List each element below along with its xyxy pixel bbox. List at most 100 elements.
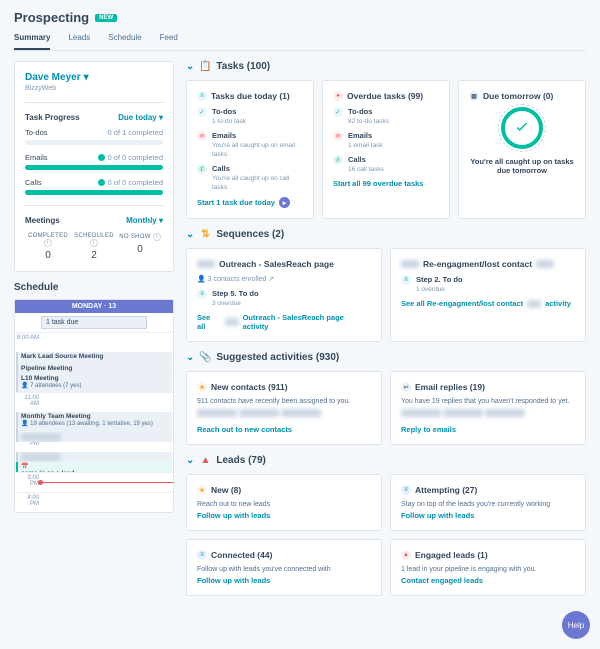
tab-schedule[interactable]: Schedule [108,29,141,50]
todo-icon: ✓ [333,107,343,117]
activity-tile: ▲Engaged leads (1) 1 lead in your pipeli… [390,539,586,596]
fire-icon: ▲ [200,456,210,466]
tile-icon: ≡ [401,485,411,495]
due-tomorrow-tile: ▦Due tomorrow (0) You're all caught up o… [458,80,586,219]
warning-icon: ● [333,91,343,101]
meetings-title: Meetings [25,216,60,225]
call-icon: ✆ [333,155,343,165]
tile-icon: ▲ [401,550,411,560]
tile-link[interactable]: Follow up with leads [401,511,474,520]
meeting-stat: NO SHOW i0 [117,233,163,261]
sequences-icon: ⇅ [200,230,210,240]
meeting-stat: SCHEDULED i2 [71,233,117,261]
see-all-link[interactable]: See all Outreach - SalesReach page activ… [197,313,371,331]
calendar: MONDAY · 13 1 task due 8:00 AM9:00 AM10:… [14,299,174,513]
hour-label: 11:00 AM [15,393,41,412]
suggested-title: Suggested activities (930) [216,352,339,363]
chevron-down-icon[interactable]: ⌄ [186,229,194,240]
user-name: Dave Meyer [25,72,81,83]
calendar-event[interactable] [16,432,172,442]
tile-link[interactable]: Follow up with leads [197,576,270,585]
calendar-task-due[interactable]: 1 task due [41,316,147,329]
todo-icon: ✓ [197,107,207,117]
hour-label: 4:00 PM [15,493,41,512]
task-line: ✆ CallsYou're all caught up on call task… [197,164,303,191]
calendar-event[interactable]: L10 Meeting👤 7 attendees (7 yes) [16,374,172,392]
chevron-down-icon[interactable]: ⌄ [186,352,194,363]
tile-icon: ≡ [197,550,207,560]
info-icon[interactable]: i [153,233,161,241]
call-icon: ✆ [197,164,207,174]
schedule-title: Schedule [14,282,174,293]
tab-feed[interactable]: Feed [160,29,178,50]
chevron-down-icon: ▾ [84,72,89,83]
task-line: ✉ EmailsYou're all caught up on email ta… [197,131,303,158]
play-icon: ▸ [279,197,290,208]
calendar-icon: ▦ [469,91,479,101]
sequence-tile: Re-engagment/lost contact ≡Step 2. To do… [390,248,586,342]
now-indicator [41,482,173,483]
task-progress-title: Task Progress [25,113,80,122]
enrolled-link[interactable]: 👤 3 contacts enrolled ↗ [197,275,371,283]
user-org: BizzyWeb [25,85,163,92]
tile-link[interactable]: Reply to emails [401,425,456,434]
tasks-title: Tasks (100) [216,61,270,72]
tabs: Summary Leads Schedule Feed [14,29,586,51]
chevron-down-icon[interactable]: ⌄ [186,61,194,72]
calendar-event[interactable]: Monthly Team Meeting👤 19 attendees (13 a… [16,412,172,432]
due-today-link[interactable]: Due today ▾ [118,113,163,122]
tile-link[interactable]: Contact engaged leads [401,576,483,585]
task-line: ✓ To-dos1 to-do task [197,107,303,125]
page-title: Prospecting [14,10,89,25]
activity-tile: ↩Email replies (19) You have 19 replies … [390,371,586,445]
help-button[interactable]: Help [562,611,590,639]
chevron-down-icon[interactable]: ⌄ [186,455,194,466]
activity-tile: ≡Connected (44) Follow up with leads you… [186,539,382,596]
user-dropdown[interactable]: Dave Meyer ▾ [25,72,163,83]
email-icon: ✉ [333,131,343,141]
task-line: ✆ Calls16 call tasks [333,155,439,173]
todo-icon: ≡ [197,289,207,299]
info-icon[interactable]: i [44,239,52,247]
now-dot [38,480,43,485]
calendar-event[interactable]: 📅 came in as a lead [16,462,172,472]
tab-summary[interactable]: Summary [14,29,50,50]
calendar-day-header: MONDAY · 13 [15,300,173,313]
meeting-stat: COMPLETED i0 [25,233,71,261]
tile-icon: ↩ [401,382,411,392]
progress-item: Calls0 of 0 completed [25,178,163,195]
tab-leads[interactable]: Leads [68,29,90,50]
calendar-icon: 📋 [200,62,210,72]
checkmark-icon [501,107,543,149]
calendar-event[interactable]: Sync [16,452,172,462]
tomorrow-msg: You're all caught up on tasks due tomorr… [469,157,575,175]
progress-item: To-dos0 of 1 completed [25,128,163,145]
task-line: ✓ To-dos82 to-do tasks [333,107,439,125]
sequences-title: Sequences (2) [216,229,284,240]
calendar-event[interactable]: Mark Lead Source Meeting [16,352,172,364]
todo-icon: ≡ [401,275,411,285]
activity-tile: ★New (8) Reach out to new leads Follow u… [186,474,382,531]
sequence-tile: Outreach - SalesReach page 👤 3 contacts … [186,248,382,342]
email-icon: ✉ [197,131,207,141]
task-line: ✉ Emails1 email task [333,131,439,149]
tile-icon: ★ [197,485,207,495]
start-overdue-link[interactable]: Start all 99 overdue tasks [333,179,423,188]
tasks-due-today-tile: ≡Tasks due today (1) ✓ To-dos1 to-do tas… [186,80,314,219]
overdue-tasks-tile: ●Overdue tasks (99) ✓ To-dos82 to-do tas… [322,80,450,219]
clip-icon: 📎 [200,353,210,363]
see-all-link[interactable]: See all Re-engagment/lost contact activi… [401,299,571,308]
meetings-filter[interactable]: Monthly ▾ [126,216,163,225]
hour-label: 8:00 AM [15,333,41,352]
tile-link[interactable]: Reach out to new contacts [197,425,292,434]
progress-item: Emails0 of 0 completed [25,153,163,170]
new-badge: NEW [95,14,117,22]
list-icon: ≡ [197,91,207,101]
calendar-event[interactable]: Pipeline Meeting [16,364,172,374]
start-today-link[interactable]: Start 1 task due today▸ [197,197,290,208]
activity-tile: ★New contacts (911) 911 contacts have re… [186,371,382,445]
tile-link[interactable]: Follow up with leads [197,511,270,520]
info-icon[interactable]: i [90,239,98,247]
activity-tile: ≡Attempting (27) Stay on top of the lead… [390,474,586,531]
leads-title: Leads (79) [216,455,265,466]
